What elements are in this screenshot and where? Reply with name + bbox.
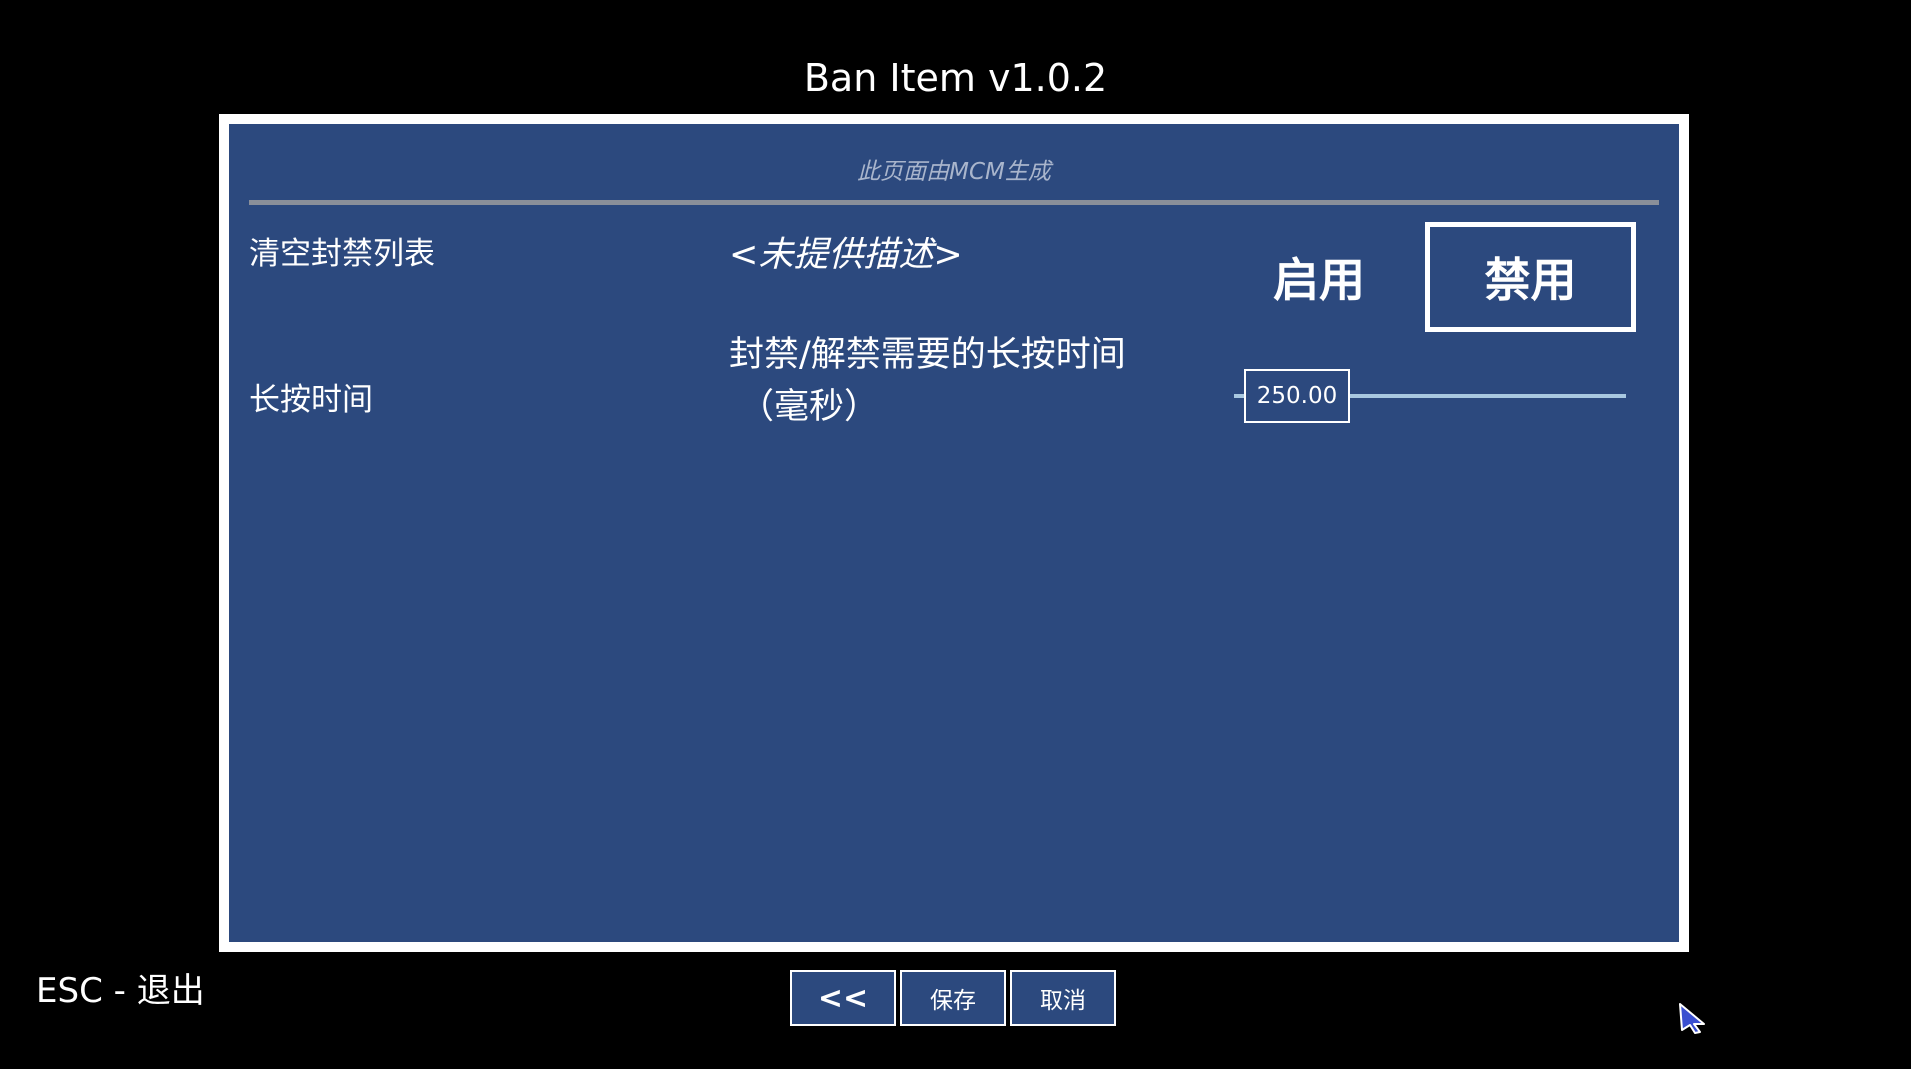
bottom-button-bar: << 保存 取消 [790,970,1116,1026]
save-button[interactable]: 保存 [900,970,1006,1026]
panel-divider [249,200,1659,205]
setting-description-clear-ban-list: <未提供描述> [729,235,963,275]
mouse-pointer-icon [1679,1003,1705,1034]
toggle-enable-button[interactable]: 启用 [1249,222,1389,332]
panel-subtitle: 此页面由MCM生成 [857,159,1051,185]
setting-description-long-press-time: 封禁/解禁需要的长按时间 （毫秒） [729,329,1126,433]
back-button[interactable]: << [790,970,896,1026]
settings-panel: 此页面由MCM生成 清空封禁列表 <未提供描述> 启用 禁用 长按时间 封禁/解… [219,114,1689,952]
cancel-button[interactable]: 取消 [1010,970,1116,1026]
long-press-slider-handle[interactable]: 250.00 [1244,369,1350,423]
description-line-2: （毫秒） [739,387,880,427]
description-line-1: 封禁/解禁需要的长按时间 [729,335,1126,375]
esc-exit-hint: ESC - 退出 [36,971,205,1011]
window-title: Ban Item v1.0.2 [803,56,1108,100]
mod-config-screen: Ban Item v1.0.2 此页面由MCM生成 清空封禁列表 <未提供描述>… [0,0,1911,1069]
setting-label-long-press-time: 长按时间 [249,382,373,418]
toggle-disable-button[interactable]: 禁用 [1425,222,1636,332]
setting-label-clear-ban-list: 清空封禁列表 [249,236,435,272]
